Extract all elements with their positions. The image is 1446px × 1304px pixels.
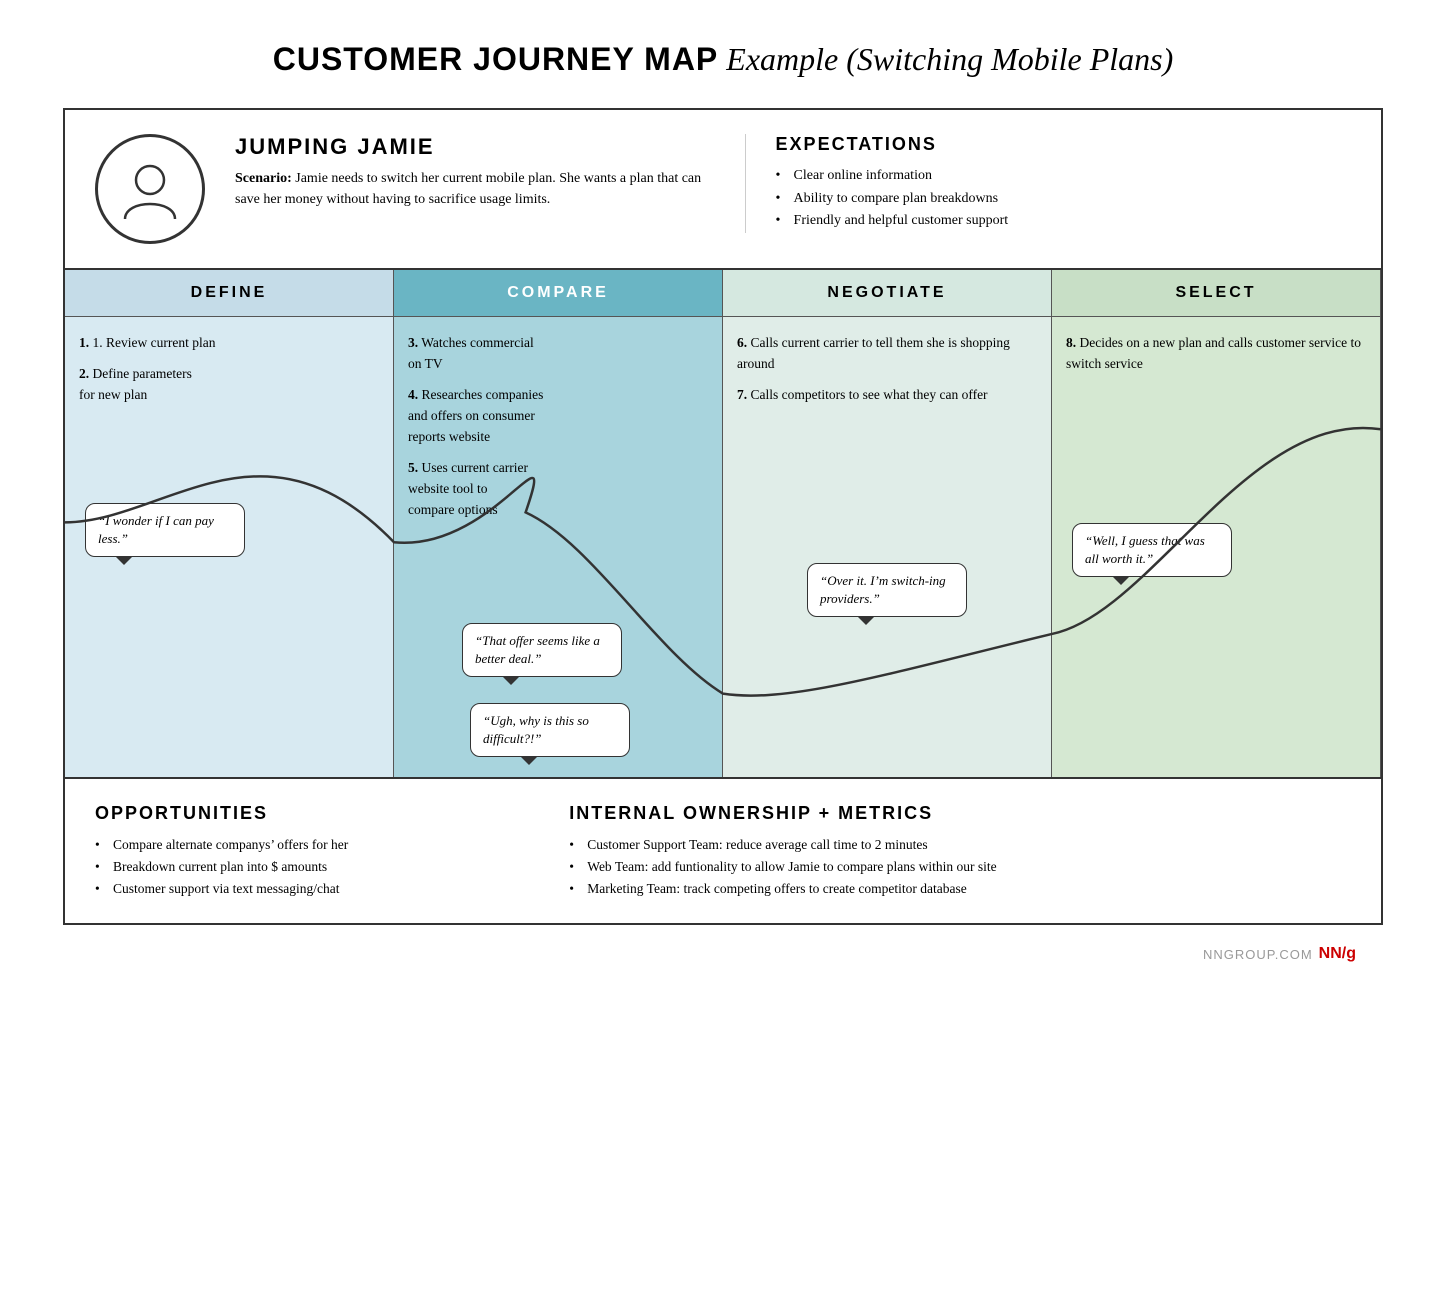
step-5: 5. Uses current carrierwebsite tool toco… bbox=[408, 458, 708, 521]
internal-list: Customer Support Team: reduce average ca… bbox=[569, 834, 1351, 899]
footer-brand: NN/g bbox=[1319, 945, 1356, 963]
bubble-compare-mid: “That offer seems like a better deal.” bbox=[462, 623, 622, 677]
bottom-row: OPPORTUNITIES Compare alternate companys… bbox=[65, 779, 1381, 923]
list-item: Clear online information bbox=[776, 165, 1351, 187]
persona-info: JUMPING JAMIE Scenario: Jamie needs to s… bbox=[235, 134, 715, 210]
opportunities-section: OPPORTUNITIES Compare alternate companys… bbox=[95, 803, 529, 899]
step-4: 4. Researches companiesand offers on con… bbox=[408, 385, 708, 448]
list-item: Friendly and helpful customer support bbox=[776, 210, 1351, 232]
col-negotiate-content: 6. Calls current carrier to tell them sh… bbox=[723, 317, 1051, 777]
col-compare-header: COMPARE bbox=[394, 270, 722, 317]
list-item: Compare alternate companys’ offers for h… bbox=[95, 834, 529, 856]
step-8: 8. Decides on a new plan and calls custo… bbox=[1066, 333, 1366, 375]
list-item: Ability to compare plan breakdowns bbox=[776, 188, 1351, 210]
opportunities-title: OPPORTUNITIES bbox=[95, 803, 529, 824]
list-item: Marketing Team: track competing offers t… bbox=[569, 878, 1351, 900]
step-6: 6. Calls current carrier to tell them sh… bbox=[737, 333, 1037, 375]
bubble-define: “I wonder if I can pay less.” bbox=[85, 503, 245, 557]
footer-text: NNGROUP.COM bbox=[1203, 947, 1313, 962]
col-define-header: DEFINE bbox=[65, 270, 393, 317]
list-item: Customer support via text messaging/chat bbox=[95, 878, 529, 900]
journey-row: DEFINE 1. 1. Review current plan 2. Defi… bbox=[65, 270, 1381, 779]
footer: NNGROUP.COM NN/g bbox=[1203, 945, 1386, 963]
step-2: 2. Define parametersfor new plan bbox=[79, 364, 379, 406]
step-7: 7. Calls competitors to see what they ca… bbox=[737, 385, 1037, 406]
expectations-col: EXPECTATIONS Clear online information Ab… bbox=[745, 134, 1351, 232]
opportunities-list: Compare alternate companys’ offers for h… bbox=[95, 834, 529, 899]
list-item: Customer Support Team: reduce average ca… bbox=[569, 834, 1351, 856]
col-define: DEFINE 1. 1. Review current plan 2. Defi… bbox=[65, 270, 394, 777]
col-define-content: 1. 1. Review current plan 2. Define para… bbox=[65, 317, 393, 777]
list-item: Web Team: add funtionality to allow Jami… bbox=[569, 856, 1351, 878]
persona-scenario: Scenario: Jamie needs to switch her curr… bbox=[235, 168, 715, 210]
internal-section: INTERNAL OWNERSHIP + METRICS Customer Su… bbox=[569, 803, 1351, 899]
list-item: Breakdown current plan into $ amounts bbox=[95, 856, 529, 878]
bubble-negotiate: “Over it. I’m switch-ing providers.” bbox=[807, 563, 967, 617]
expectations-title: EXPECTATIONS bbox=[776, 134, 1351, 155]
col-select-content: 8. Decides on a new plan and calls custo… bbox=[1052, 317, 1380, 777]
bubble-select: “Well, I guess that was all worth it.” bbox=[1072, 523, 1232, 577]
avatar bbox=[95, 134, 205, 244]
col-compare-content: 3. Watches commercialon TV 4. Researches… bbox=[394, 317, 722, 777]
internal-title: INTERNAL OWNERSHIP + METRICS bbox=[569, 803, 1351, 824]
main-container: JUMPING JAMIE Scenario: Jamie needs to s… bbox=[63, 108, 1383, 925]
step-3: 3. Watches commercialon TV bbox=[408, 333, 708, 375]
col-select-header: SELECT bbox=[1052, 270, 1380, 317]
bubble-compare-low: “Ugh, why is this so difficult?!” bbox=[470, 703, 630, 757]
step-1: 1. 1. Review current plan bbox=[79, 333, 379, 354]
col-compare: COMPARE 3. Watches commercialon TV 4. Re… bbox=[394, 270, 723, 777]
col-negotiate-header: NEGOTIATE bbox=[723, 270, 1051, 317]
expectations-list: Clear online information Ability to comp… bbox=[776, 165, 1351, 232]
col-select: SELECT 8. Decides on a new plan and call… bbox=[1052, 270, 1381, 777]
col-negotiate: NEGOTIATE 6. Calls current carrier to te… bbox=[723, 270, 1052, 777]
persona-name: JUMPING JAMIE bbox=[235, 134, 715, 160]
page-title: CUSTOMER JOURNEY MAP Example (Switching … bbox=[273, 40, 1174, 78]
persona-row: JUMPING JAMIE Scenario: Jamie needs to s… bbox=[65, 110, 1381, 270]
